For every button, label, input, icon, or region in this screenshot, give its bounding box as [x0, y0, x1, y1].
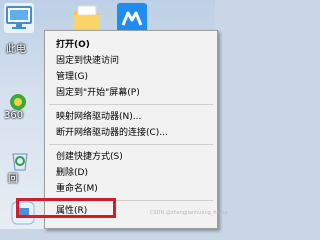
desktop-item-this-pc[interactable]: 此电	[0, 34, 44, 55]
desktop-label: 此电	[6, 44, 26, 55]
menu-separator	[49, 144, 213, 145]
menu-item-pin-start[interactable]: 固定到"开始"屏幕(P)	[45, 85, 217, 101]
desktop-item-recycle-bin[interactable]: 回	[2, 148, 42, 185]
properties-highlight-box	[16, 198, 116, 218]
360-icon	[10, 94, 26, 110]
menu-item-disconnect-network-drive[interactable]: 断开网络驱动器的连接(C)...	[45, 125, 217, 141]
this-pc-icon[interactable]	[4, 3, 34, 33]
app-m-icon[interactable]	[117, 3, 147, 33]
desktop-item-360[interactable]: 360	[2, 92, 42, 122]
desktop-label: 360	[4, 110, 24, 121]
menu-item-create-shortcut[interactable]: 创建快捷方式(S)	[45, 149, 217, 165]
menu-item-map-network-drive[interactable]: 映射网络驱动器(N)...	[45, 109, 217, 125]
watermark: CSDN @zhengjianhuang_home	[150, 210, 228, 216]
folder-icon[interactable]	[72, 3, 102, 33]
menu-item-rename[interactable]: 重命名(M)	[45, 181, 217, 197]
menu-item-manage[interactable]: 管理(G)	[45, 69, 217, 85]
menu-item-open[interactable]: 打开(O)	[45, 37, 217, 53]
recycle-bin-icon	[12, 153, 28, 171]
menu-item-pin-quick-access[interactable]: 固定到快速访问	[45, 53, 217, 69]
menu-separator	[49, 104, 213, 105]
desktop-label: 回	[8, 174, 18, 185]
menu-item-delete[interactable]: 删除(D)	[45, 165, 217, 181]
